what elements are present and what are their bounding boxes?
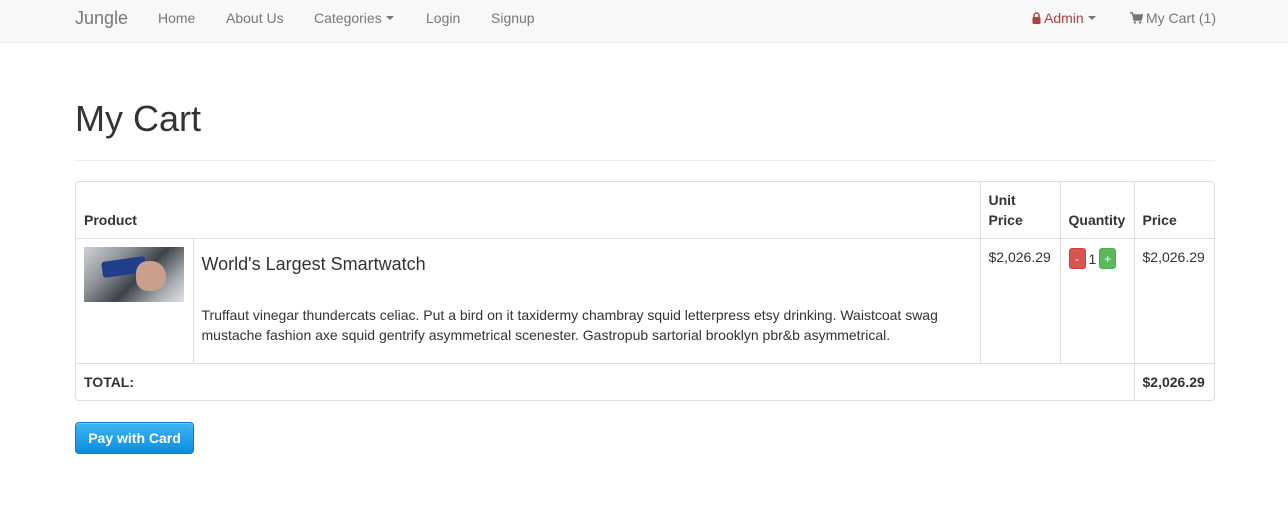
nav-login[interactable]: Login [426,10,460,26]
increase-quantity-button[interactable]: + [1099,248,1117,269]
pay-with-card-button[interactable]: Pay with Card [75,422,194,454]
product-image-cell [76,238,194,364]
header-unit-price: Unit Price [979,182,1061,239]
caret-down-icon [385,16,394,21]
header-unit-price-line1: Unit [988,192,1016,208]
top-navbar: Jungle Home About Us Categories Login Si… [0,0,1288,43]
lock-icon [1032,12,1041,24]
product-name: World's Largest Smartwatch [201,254,426,274]
my-cart-link[interactable]: My Cart (1) [1130,10,1216,26]
caret-down-icon [1087,16,1096,21]
cart-table: Product Unit Price Quantity Price World's… [76,182,1214,400]
page-title: My Cart [75,98,201,139]
admin-dropdown[interactable]: Admin [1032,10,1096,26]
line-price-cell: $2,026.29 [1133,238,1214,364]
quantity-value: 1 [1088,251,1097,267]
table-header-row: Product Unit Price Quantity Price [76,182,1214,239]
shopping-cart-icon [1130,12,1143,24]
decrease-quantity-button[interactable]: - [1068,248,1086,269]
cart-table-panel: Product Unit Price Quantity Price World's… [75,181,1215,401]
admin-label: Admin [1044,10,1084,26]
product-info-cell: World's Largest Smartwatch Truffaut vine… [192,238,981,364]
table-row: World's Largest Smartwatch Truffaut vine… [76,238,1214,364]
header-quantity: Quantity [1059,182,1135,239]
header-product: Product [76,182,981,239]
brand-link[interactable]: Jungle [75,8,128,29]
hand-shape [136,261,166,291]
total-row: TOTAL: $2,026.29 [76,362,1214,400]
my-cart-label: My Cart (1) [1146,10,1216,26]
quantity-cell: -1 + [1059,238,1135,364]
nav-signup[interactable]: Signup [491,10,535,26]
header-unit-price-line2: Price [988,212,1023,228]
nav-home[interactable]: Home [158,10,195,26]
product-description: Truffaut vinegar thundercats celiac. Put… [201,306,938,343]
nav-categories-dropdown[interactable]: Categories [314,10,394,26]
product-thumbnail[interactable] [84,247,184,302]
total-value: $2,026.29 [1133,362,1214,400]
nav-about[interactable]: About Us [226,10,284,26]
title-divider [75,160,1215,161]
unit-price-cell: $2,026.29 [979,238,1061,364]
nav-categories-label: Categories [314,10,382,26]
total-label: TOTAL: [76,362,1135,400]
header-price: Price [1133,182,1214,239]
